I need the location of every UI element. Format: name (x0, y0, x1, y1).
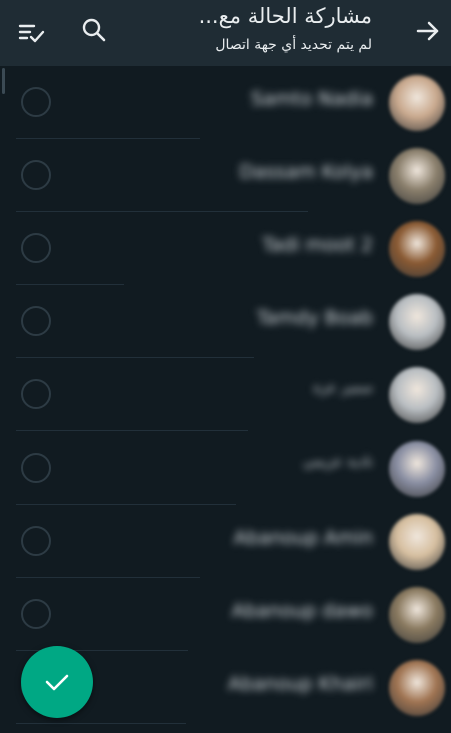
contact-row[interactable]: نادية عزيمي (0, 432, 451, 505)
select-all-button[interactable] (12, 14, 50, 50)
contact-name: Dassam Kolya (239, 161, 373, 184)
select-checkbox[interactable] (21, 233, 51, 264)
contact-name: Tamdy Boab (256, 307, 373, 330)
contact-row[interactable]: Dassam Kolya (0, 139, 451, 213)
select-checkbox[interactable] (21, 452, 51, 483)
contact-row[interactable]: Samto Nadia (0, 66, 451, 139)
confirm-fab-button[interactable] (21, 646, 93, 718)
contact-name: Abanoup Khairi (227, 672, 373, 695)
select-checkbox[interactable] (21, 160, 51, 191)
page-subtitle: لم يتم تحديد أي جهة اتصال (215, 37, 372, 53)
select-checkbox[interactable] (21, 306, 51, 337)
contact-row[interactable]: Abanoup Amin (0, 505, 451, 578)
contact-row[interactable]: سمير عزة (0, 358, 451, 432)
row-divider (16, 722, 186, 724)
contact-row[interactable]: Tamdy Boab (0, 285, 451, 359)
contact-name: سمير عزة (313, 380, 373, 397)
contact-name: Abanoup Amin (233, 526, 373, 549)
select-checkbox[interactable] (21, 598, 51, 629)
avatar (389, 586, 445, 643)
avatar (389, 221, 445, 278)
select-checkbox[interactable] (21, 87, 51, 117)
avatar (389, 294, 445, 351)
check-icon (45, 674, 69, 691)
search-icon (82, 18, 106, 42)
avatar (389, 75, 445, 131)
select-checkbox[interactable] (21, 379, 51, 410)
contact-name: Abanoup dawo (231, 599, 373, 622)
app-bar: مشاركة الحالة مع... لم يتم تحديد أي جهة … (0, 0, 451, 66)
avatar (389, 148, 445, 205)
contact-name: Samto Nadia (250, 88, 373, 110)
avatar (389, 367, 445, 424)
contact-name: Tadi moot 2 (262, 234, 373, 257)
contact-name: نادية عزيمي (303, 453, 373, 470)
search-button[interactable] (76, 12, 112, 48)
arrow-right-icon (416, 21, 439, 41)
list-check-icon (18, 24, 45, 43)
contact-row[interactable]: Tadi moot 2 (0, 212, 451, 286)
avatar (389, 659, 445, 716)
select-checkbox[interactable] (21, 525, 51, 556)
contact-row[interactable]: Abanoup dawo (0, 578, 451, 651)
page-title: مشاركة الحالة مع... (198, 4, 372, 28)
avatar (389, 440, 445, 497)
avatar (389, 513, 445, 570)
back-button[interactable] (408, 13, 448, 49)
